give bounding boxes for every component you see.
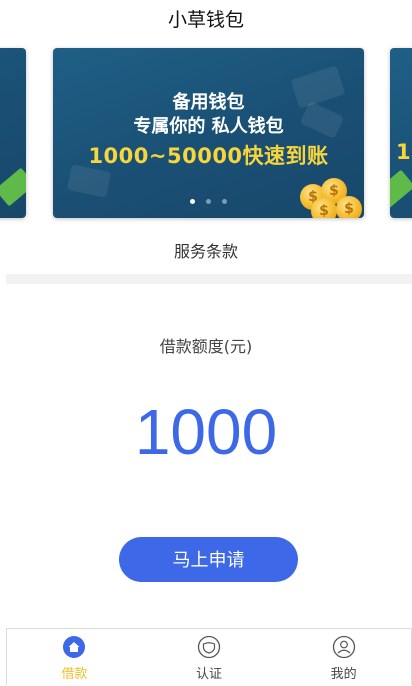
banner-slide[interactable]: 备用钱包 专属你的 私人钱包 1000~50000快速到账 $ $ $ $ xyxy=(53,48,364,218)
money-icon xyxy=(0,167,26,207)
money-icon xyxy=(390,169,412,209)
tab-label: 认证 xyxy=(196,667,223,682)
tab-label: 我的 xyxy=(330,667,357,682)
profile-icon xyxy=(332,635,355,659)
home-icon xyxy=(63,636,86,658)
tab-loan[interactable]: 借款 xyxy=(7,629,142,685)
banner-amount-range: 1000~50000快速到账 xyxy=(88,144,329,168)
tab-profile[interactable]: 我的 xyxy=(276,629,411,685)
apply-button[interactable]: 马上申请 xyxy=(119,537,298,582)
carousel-dot[interactable] xyxy=(189,199,195,204)
banner-slide-next[interactable]: 1 xyxy=(390,48,412,218)
section-divider xyxy=(6,274,412,284)
bottom-tab-bar: 借款 认证 我的 xyxy=(6,628,412,685)
tab-verify[interactable]: 认证 xyxy=(142,629,277,685)
carousel-dot[interactable] xyxy=(222,199,228,204)
page-title: 小草钱包 xyxy=(167,9,244,31)
banner-headline: 备用钱包 xyxy=(172,92,245,113)
banner-slide-prev[interactable] xyxy=(0,48,26,218)
carousel-indicator xyxy=(53,189,364,208)
loan-amount-value: 1000 xyxy=(134,396,278,468)
banner-subheadline: 专属你的 私人钱包 xyxy=(133,116,284,137)
banner-carousel[interactable]: 备用钱包 专属你的 私人钱包 1000~50000快速到账 $ $ $ $ 1 xyxy=(0,44,412,224)
tab-label: 借款 xyxy=(61,667,88,682)
carousel-dot[interactable] xyxy=(206,199,211,204)
verify-icon xyxy=(197,635,221,659)
terms-link[interactable]: 服务条款 xyxy=(0,234,412,270)
loan-amount-label: 借款额度(元) xyxy=(159,337,253,356)
banner-amount-range: 1 xyxy=(396,140,411,164)
